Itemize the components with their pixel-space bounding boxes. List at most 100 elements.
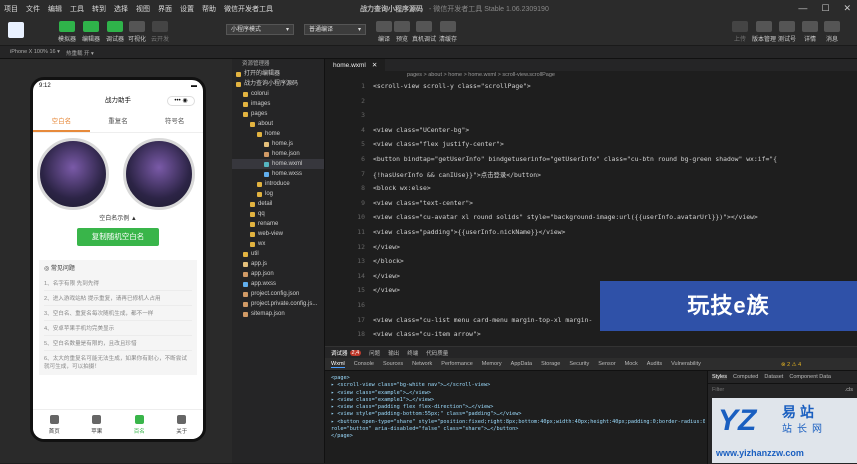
code-line[interactable]: <view class="padding">{{userInfo.nickNam… bbox=[373, 228, 565, 236]
devtools-tab-network[interactable]: Network bbox=[412, 361, 432, 367]
error-warning-count[interactable]: ⊗ 2 ⚠ 4 bbox=[781, 362, 801, 368]
explorer-item[interactable]: introduce bbox=[232, 179, 324, 189]
styles-filter-input[interactable]: Filter bbox=[712, 387, 724, 393]
code-line[interactable]: </view> bbox=[373, 272, 400, 280]
preview-button[interactable]: 预览 bbox=[394, 21, 410, 43]
visual-button[interactable]: 可视化 bbox=[128, 21, 146, 43]
menu-tools[interactable]: 工具 bbox=[66, 4, 88, 14]
tab-terminal[interactable]: 终端 bbox=[407, 349, 418, 357]
explorer-item[interactable]: project.config.json bbox=[232, 289, 324, 299]
code-line[interactable]: <view class="cu-list menu card-menu marg… bbox=[373, 316, 592, 324]
explorer-item[interactable]: home.wxss bbox=[232, 169, 324, 179]
code-line[interactable]: <view class="cu-avatar xl round solids" … bbox=[373, 213, 758, 221]
code-line[interactable]: <view class="cu-item arrow"> bbox=[373, 330, 481, 338]
wxml-node[interactable]: ▸ <view class="padding flex flex-directi… bbox=[331, 404, 705, 411]
explorer-item[interactable]: sitemap.json bbox=[232, 309, 324, 319]
tabbar-about[interactable]: 关于 bbox=[161, 410, 204, 439]
example-caption[interactable]: 空白名示例 ▲ bbox=[33, 213, 203, 222]
code-line[interactable]: </view> bbox=[373, 286, 400, 294]
explorer-item[interactable]: wx bbox=[232, 239, 324, 249]
devtools-tab-storage[interactable]: Storage bbox=[541, 361, 560, 367]
devtools-tab-mock[interactable]: Mock bbox=[625, 361, 638, 367]
menu-edit[interactable]: 编辑 bbox=[44, 4, 66, 14]
devtools-tab-wxml[interactable]: Wxml bbox=[331, 361, 345, 368]
devtools-tab-vulnerability[interactable]: Vulnerability bbox=[671, 361, 701, 367]
mode-select[interactable]: 小程序模式 ▾ bbox=[226, 24, 294, 35]
explorer-item[interactable]: pages bbox=[232, 109, 324, 119]
code-line[interactable]: {!hasUserInfo && canIUse}}">点击登录</button… bbox=[373, 170, 541, 179]
explorer-item[interactable]: colorui bbox=[232, 89, 324, 99]
devtools-tab-console[interactable]: Console bbox=[354, 361, 374, 367]
menu-project[interactable]: 项目 bbox=[0, 4, 22, 14]
cloud-button[interactable]: 云开发 bbox=[151, 21, 169, 43]
explorer-item[interactable]: about bbox=[232, 119, 324, 129]
tabbar-apple[interactable]: 苹果 bbox=[76, 410, 119, 439]
capsule-menu-icon[interactable]: ••• ◉ bbox=[167, 96, 195, 106]
real-debug-button[interactable]: 真机调试 bbox=[412, 21, 436, 43]
explorer-item[interactable]: 战力查询小程序源码 bbox=[232, 79, 324, 89]
explorer-item[interactable]: home bbox=[232, 129, 324, 139]
explorer-item[interactable]: home.json bbox=[232, 149, 324, 159]
explorer-item[interactable]: detail bbox=[232, 199, 324, 209]
debugger-button[interactable]: 调试器 bbox=[106, 21, 124, 43]
explorer-item[interactable]: project.private.config.js... bbox=[232, 299, 324, 309]
tab-computed[interactable]: Computed bbox=[733, 374, 758, 380]
cls-toggle[interactable]: .cls bbox=[845, 387, 853, 393]
test-id-button[interactable]: 测试号 bbox=[778, 21, 796, 43]
menu-goto[interactable]: 转到 bbox=[88, 4, 110, 14]
wxml-node[interactable]: <page> bbox=[331, 375, 705, 382]
tab-debugger[interactable]: 调试器 bbox=[331, 349, 348, 357]
menu-help[interactable]: 帮助 bbox=[198, 4, 220, 14]
upload-button[interactable]: 上传 bbox=[732, 21, 748, 43]
wxml-node[interactable]: </page> bbox=[331, 433, 705, 440]
compile-select[interactable]: 普通编译 ▾ bbox=[304, 24, 366, 35]
explorer-item[interactable]: util bbox=[232, 249, 324, 259]
compile-button[interactable]: 编译 bbox=[376, 21, 392, 43]
tabbar-names[interactable]: 百名 bbox=[118, 410, 161, 439]
close-icon[interactable]: ✕ bbox=[843, 3, 851, 14]
explorer-item[interactable]: log bbox=[232, 189, 324, 199]
hotreload-select[interactable]: 热重载 开 ▾ bbox=[66, 49, 94, 57]
menu-select[interactable]: 选择 bbox=[110, 4, 132, 14]
tab-problems[interactable]: 问题 bbox=[369, 349, 380, 357]
explorer-item[interactable]: home.wxml bbox=[232, 159, 324, 169]
code-line[interactable]: <view class="UCenter-bg"> bbox=[373, 126, 469, 134]
explorer-item[interactable]: 打开的编辑器 bbox=[232, 69, 324, 79]
wxml-tree[interactable]: <page> ▸ <scroll-view class="bg-white na… bbox=[325, 375, 705, 441]
wxml-node[interactable]: role="button" aria-disabled="false" clas… bbox=[331, 426, 705, 433]
menu-devtools[interactable]: 微信开发者工具 bbox=[220, 4, 277, 14]
code-line[interactable]: </block> bbox=[373, 257, 404, 265]
wxml-node[interactable]: ▸ <view class="example">…</view> bbox=[331, 390, 705, 397]
tab-duplicate-name[interactable]: 重复名 bbox=[90, 110, 147, 132]
devtools-tab-security[interactable]: Security bbox=[569, 361, 589, 367]
explorer-item[interactable]: web-view bbox=[232, 229, 324, 239]
clear-cache-button[interactable]: 清缓存 bbox=[439, 21, 457, 43]
devtools-tab-sensor[interactable]: Sensor bbox=[598, 361, 615, 367]
devtools-tab-performance[interactable]: Performance bbox=[441, 361, 473, 367]
code-line[interactable]: <block wx:else> bbox=[373, 184, 431, 192]
editor-button[interactable]: 编辑器 bbox=[82, 21, 100, 43]
tab-styles[interactable]: Styles bbox=[712, 374, 727, 380]
explorer-item[interactable]: qq bbox=[232, 209, 324, 219]
wxml-node[interactable]: ▸ <view style="padding-bottom:55px;" cla… bbox=[331, 411, 705, 418]
tab-output[interactable]: 输出 bbox=[388, 349, 399, 357]
code-line[interactable]: <view class="text-center"> bbox=[373, 199, 473, 207]
tabbar-home[interactable]: 首页 bbox=[33, 410, 76, 439]
devtools-tab-audits[interactable]: Audits bbox=[647, 361, 662, 367]
tab-code-quality[interactable]: 代码质量 bbox=[426, 349, 448, 357]
wxml-node[interactable]: ▸ <scroll-view class="bg-white nav">…</s… bbox=[331, 382, 705, 389]
explorer-item[interactable]: app.json bbox=[232, 269, 324, 279]
tab-symbol-name[interactable]: 符号名 bbox=[146, 110, 203, 132]
explorer-item[interactable]: app.wxss bbox=[232, 279, 324, 289]
copy-random-name-button[interactable]: 复制随机空白名 bbox=[77, 228, 159, 246]
menu-view[interactable]: 视图 bbox=[132, 4, 154, 14]
wxml-node[interactable]: ▸ <view class="example1">…</view> bbox=[331, 397, 705, 404]
explorer-item[interactable]: app.js bbox=[232, 259, 324, 269]
detail-button[interactable]: 详情 bbox=[802, 21, 818, 43]
explorer-item[interactable]: home.js bbox=[232, 139, 324, 149]
code-line[interactable]: <scroll-view scroll-y class="scrollPage"… bbox=[373, 82, 531, 90]
code-line[interactable]: <view class="flex justify-center"> bbox=[373, 140, 504, 148]
code-line[interactable]: </view> bbox=[373, 243, 400, 251]
devtools-tab-sources[interactable]: Sources bbox=[383, 361, 403, 367]
editor-tab[interactable]: home.wxml ✕ bbox=[325, 59, 386, 71]
